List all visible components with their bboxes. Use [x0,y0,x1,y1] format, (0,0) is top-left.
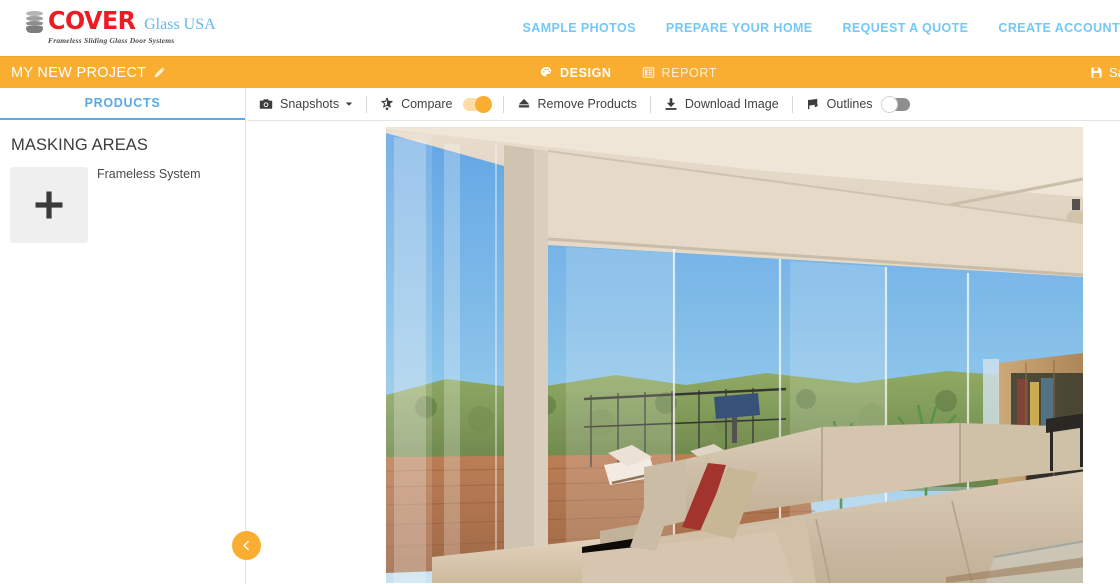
download-image-button[interactable]: Download Image [664,97,779,111]
outlines-label: Outlines [826,97,873,111]
compare-control[interactable]: Compare [380,95,492,113]
compare-toggle[interactable] [462,95,492,113]
nav-sample-photos[interactable]: SAMPLE PHOTOS [523,21,636,35]
outlines-control[interactable]: Outlines [806,95,910,113]
chevron-left-icon [243,540,249,551]
design-canvas[interactable] [247,121,1120,583]
plus-icon [35,191,63,219]
outlines-icon [807,98,818,110]
toolbar-divider [366,95,368,113]
main-panel: Snapshots Compare Remove Products Downlo… [247,88,1120,584]
save-button[interactable]: Sa [1090,65,1120,80]
project-bar-tabs: DESIGN REPORT [540,66,717,80]
left-sidebar: PRODUCTS MASKING AREAS Frameless System [0,88,261,584]
stacked-glass-panels-icon [24,10,46,36]
toolbar-divider [502,95,504,113]
masking-areas-title: MASKING AREAS [11,136,149,154]
logo-brand: COVER [48,6,136,35]
project-photo[interactable] [386,127,1083,583]
save-button-label: Sa [1109,65,1120,80]
compare-star-icon [381,97,393,110]
nav-request-a-quote[interactable]: REQUEST A QUOTE [843,21,969,35]
palette-icon [540,66,552,77]
remove-products-button[interactable]: Remove Products [517,97,637,111]
project-title-group[interactable]: MY NEW PROJECT [11,65,166,81]
remove-products-label: Remove Products [537,97,637,111]
masking-areas-row: Frameless System [0,167,245,247]
sidebar-tab-products[interactable]: PRODUCTS [85,96,161,110]
eraser-icon [518,98,529,108]
tab-design-label: DESIGN [560,65,612,80]
camera-icon [259,99,273,109]
design-toolbar: Snapshots Compare Remove Products Downlo… [247,88,1120,121]
top-header: COVER Glass USA Frameless Sliding Glass … [0,0,1120,56]
download-image-label: Download Image [684,97,779,111]
top-navigation: SAMPLE PHOTOS PREPARE YOUR HOME REQUEST … [523,0,1120,56]
save-disk-icon [1091,67,1102,78]
add-masking-area-button[interactable] [10,167,88,243]
compare-label: Compare [401,97,453,111]
project-bar: MY NEW PROJECT DESIGN REPORT S [0,56,1120,88]
pencil-icon[interactable] [153,66,166,79]
sidebar-tabbar: PRODUCTS [0,88,245,120]
caret-down-icon [345,102,353,106]
outlines-toggle[interactable] [880,95,910,113]
site-logo[interactable]: COVER Glass USA Frameless Sliding Glass … [24,8,216,48]
nav-prepare-your-home[interactable]: PREPARE YOUR HOME [666,21,813,35]
tab-report-label: REPORT [661,65,717,80]
sidebar-collapse-button[interactable] [232,531,261,560]
logo-tagline: Frameless Sliding Glass Door Systems [48,36,175,45]
tab-design[interactable]: DESIGN [540,66,612,80]
project-title-text: MY NEW PROJECT [11,64,147,81]
project-photo-render [386,127,1083,583]
snapshots-label: Snapshots [280,97,340,111]
tab-report[interactable]: REPORT [642,66,717,80]
toolbar-divider [791,95,793,113]
logo-brand-suffix: Glass USA [144,16,216,33]
nav-create-account[interactable]: CREATE ACCOUNT [998,21,1120,35]
toolbar-divider [649,95,651,113]
report-table-icon [642,67,654,78]
download-icon [665,98,677,110]
logo-text: COVER Glass USA Frameless Sliding Glass … [48,8,216,45]
list-item[interactable]: Frameless System [97,167,201,181]
snapshots-dropdown[interactable]: Snapshots [259,97,353,111]
